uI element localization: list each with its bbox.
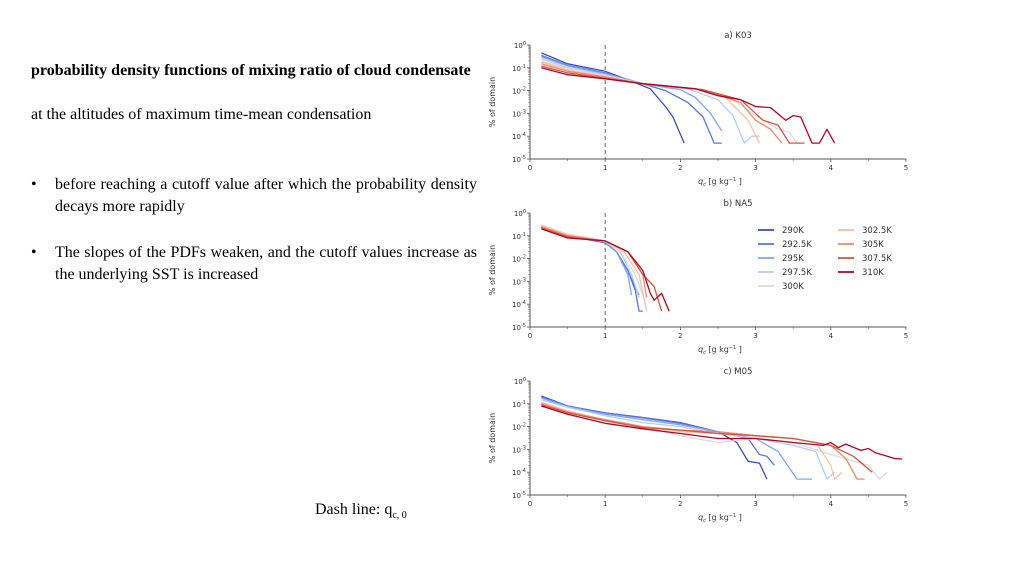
bullet-text: The slopes of the PDFs weaken, and the c…: [55, 244, 477, 283]
x-tick-label: 0: [528, 332, 532, 340]
legend-label: 295K: [782, 254, 804, 264]
y-axis-title: % of domain: [488, 245, 497, 295]
series-line-297-5K: [541, 224, 640, 298]
series-line-297-5K: [541, 399, 836, 480]
panel-title: a) K03: [724, 31, 752, 41]
x-tick-label: 4: [829, 332, 834, 340]
y-tick-label: 10-2: [512, 87, 526, 96]
y-tick-label: 10-3: [512, 109, 526, 118]
y-tick-label: 100: [514, 41, 526, 50]
x-tick-label: 1: [603, 332, 607, 340]
y-axis-title: % of domain: [488, 77, 497, 127]
y-tick-label: 100: [514, 377, 526, 386]
bullet-icon: •: [31, 176, 37, 193]
x-tick-label: 5: [904, 500, 908, 508]
series-line-307-5K: [541, 404, 873, 473]
y-tick-label: 10-1: [512, 232, 526, 241]
series-line-302-5K: [541, 402, 843, 480]
chart-panel-2: b) NA5 0 1 2 3 4 5 100 10-1 10-2 10-3 10-4 10-5 % of …: [488, 199, 908, 356]
panel-title: b) NA5: [724, 199, 753, 209]
bullet-icon: •: [31, 244, 37, 261]
series-line-310K: [541, 67, 836, 144]
chart-panel-3: c) M05 0 1 2 3 4 5 100 10-1 10-2 10-3 10-4 10-5 % of …: [488, 367, 908, 524]
x-tick-label: 5: [904, 332, 908, 340]
x-tick-label: 3: [753, 500, 757, 508]
y-tick-label: 10-4: [512, 132, 526, 141]
x-tick-label: 1: [603, 164, 607, 172]
x-tick-label: 4: [829, 500, 834, 508]
y-tick-label: 10-4: [512, 300, 526, 309]
slide-subheading: at the altitudes of maximum time-mean co…: [31, 106, 372, 123]
x-tick-label: 0: [528, 500, 532, 508]
x-axis-title: qc [g kg−1 ]: [698, 177, 742, 188]
legend-label: 290K: [782, 226, 804, 236]
y-axis-title: % of domain: [488, 413, 497, 463]
x-tick-label: 2: [678, 500, 682, 508]
legend-label: 305K: [862, 240, 884, 250]
x-tick-label: 2: [678, 164, 682, 172]
y-tick-label: 10-5: [512, 491, 526, 500]
dash-note-text: Dash line: q: [315, 501, 393, 518]
series-line-305K: [541, 403, 865, 480]
y-tick-label: 10-1: [512, 400, 526, 409]
x-tick-label: 1: [603, 500, 607, 508]
x-axis-title: qc [g kg−1 ]: [698, 345, 742, 356]
legend-label: 300K: [782, 282, 804, 292]
y-tick-label: 10-2: [512, 255, 526, 264]
bullet-item: • before reaching a cutoff value after w…: [31, 174, 477, 218]
dash-note-subscript: c, 0: [392, 510, 407, 522]
y-tick-label: 10-4: [512, 468, 526, 477]
x-tick-label: 2: [678, 332, 682, 340]
legend-label: 307.5K: [862, 254, 892, 264]
x-tick-label: 0: [528, 164, 532, 172]
legend-label: 292.5K: [782, 240, 812, 250]
bullet-list: • before reaching a cutoff value after w…: [31, 174, 477, 310]
x-tick-label: 4: [829, 164, 834, 172]
series-line-295K: [541, 225, 633, 296]
x-axis-title: qc [g kg−1 ]: [698, 513, 742, 524]
y-tick-label: 100: [514, 209, 526, 218]
x-tick-label: 5: [904, 164, 908, 172]
y-tick-label: 10-5: [512, 155, 526, 164]
chart-panel-1: a) K03 0 1 2 3 4 5 100 10-1 10-2 10-3 10-4 10-5 % of …: [488, 31, 908, 188]
dash-line-note: Dash line: qc, 0: [315, 501, 407, 521]
y-tick-label: 10-5: [512, 323, 526, 332]
y-tick-label: 10-2: [512, 423, 526, 432]
x-tick-label: 3: [753, 164, 757, 172]
y-tick-label: 10-3: [512, 445, 526, 454]
slide-heading: probability density functions of mixing …: [31, 62, 471, 79]
legend-label: 310K: [862, 268, 884, 278]
bullet-text: before reaching a cutoff value after whi…: [55, 176, 477, 215]
y-tick-label: 10-3: [512, 277, 526, 286]
series-line-300K: [541, 224, 644, 296]
legend-label: 297.5K: [782, 268, 812, 278]
pdf-charts: a) K030 1 2 3 4 510010-110-210-310-410-5% of …: [488, 31, 908, 524]
y-tick-label: 10-1: [512, 64, 526, 73]
series-line-307-5K: [541, 65, 805, 144]
x-tick-label: 3: [753, 332, 757, 340]
panel-title: c) M05: [724, 367, 753, 377]
bullet-item: • The slopes of the PDFs weaken, and the…: [31, 242, 477, 286]
legend-label: 302.5K: [862, 226, 892, 236]
